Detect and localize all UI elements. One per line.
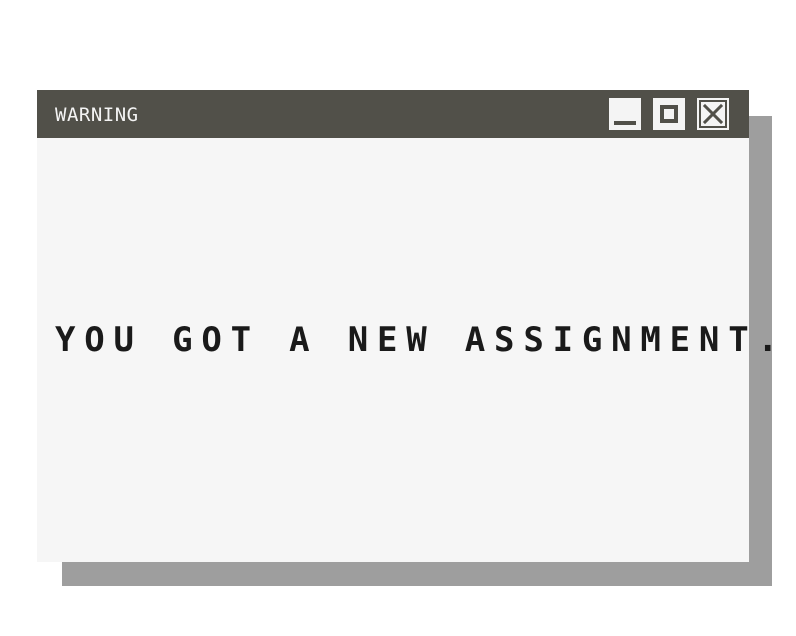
minimize-button[interactable]	[609, 98, 641, 130]
close-icon	[699, 100, 727, 128]
title-bar[interactable]: WARNING	[37, 90, 749, 138]
maximize-button[interactable]	[653, 98, 685, 130]
assignment-message: YOU GOT A NEW ASSIGNMENT.	[55, 320, 787, 360]
warning-dialog: WARNING YOU GOT A NEW ASSIGNMENT.	[37, 90, 778, 562]
window-title: WARNING	[55, 104, 139, 126]
desktop: WARNING YOU GOT A NEW ASSIGNMENT.	[0, 0, 796, 636]
close-button[interactable]	[697, 98, 729, 130]
minimize-icon	[614, 121, 636, 125]
maximize-icon	[660, 105, 678, 123]
